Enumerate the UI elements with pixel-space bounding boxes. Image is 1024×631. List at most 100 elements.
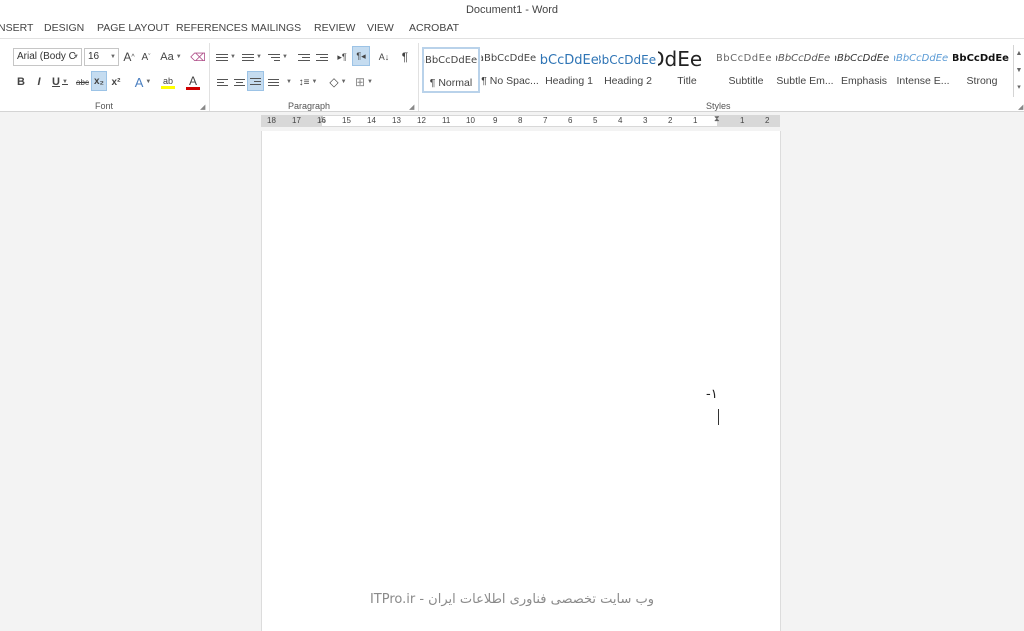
tab-acrobat[interactable]: ACROBAT [409, 22, 459, 34]
tab-page-layout[interactable]: PAGE LAYOUT [97, 22, 170, 34]
style-title[interactable]: AaBbCcDdEe Title [658, 47, 716, 93]
align-center-icon [233, 78, 245, 86]
bullet-list-icon [216, 53, 229, 61]
font-dialog-launcher-icon[interactable]: ◢ [200, 103, 205, 111]
tab-references[interactable]: REFERENCES [176, 22, 248, 34]
ruler-tick: 1 [693, 116, 698, 125]
paragraph-group-label: Paragraph [288, 101, 331, 111]
tab-design[interactable]: DESIGN [44, 22, 84, 34]
italic-icon: I [37, 76, 41, 88]
clear-formatting-button[interactable]: ⌫ [189, 47, 207, 67]
style-intense-emphasis[interactable]: aBbCcDdEe Intense E... [894, 47, 952, 93]
ruler-tick: 18 [267, 116, 276, 125]
style-subtitle[interactable]: AaBbCcDdEe Subtitle [717, 47, 775, 93]
tab-mailings[interactable]: MAILINGS [251, 22, 301, 34]
paint-bucket-icon: ◇ [329, 75, 339, 89]
underline-button[interactable]: U ▼ [48, 72, 72, 92]
ruler-tick: 14 [367, 116, 376, 125]
line-spacing-icon: ↕≡ [298, 76, 310, 88]
align-left-button[interactable] [214, 72, 230, 92]
right-indent-marker-icon[interactable]: ⧗ [714, 114, 720, 124]
style-strong[interactable]: aBbCcDdEe Strong [953, 47, 1011, 93]
ltr-icon: ▸¶ [337, 51, 347, 62]
style-name: Subtitle [728, 75, 764, 87]
highlighter-icon: ab [162, 75, 173, 86]
superscript-button[interactable]: x² [108, 72, 124, 92]
paragraph-dialog-launcher-icon[interactable]: ◢ [409, 103, 414, 111]
styles-dialog-launcher-icon[interactable]: ◢ [1018, 103, 1023, 111]
strikethrough-button[interactable]: abc [74, 72, 91, 92]
styles-gallery-scroller[interactable]: ▲ ▼ ▾ [1013, 45, 1024, 97]
shading-button[interactable]: ◇ ▼ [326, 72, 350, 92]
sort-button[interactable]: A↓ [376, 47, 392, 67]
align-left-icon [216, 78, 228, 86]
style-heading-1[interactable]: AaBbCcDdEe Heading 1 [540, 47, 598, 93]
ruler-tick: 15 [342, 116, 351, 125]
change-case-button[interactable]: Aa ▼ [159, 47, 183, 67]
tab-view[interactable]: VIEW [367, 22, 394, 34]
bullets-button[interactable]: ▼ [214, 47, 238, 67]
document-page[interactable]: -١ [261, 131, 781, 631]
more-styles-icon[interactable]: ▾ [1014, 79, 1024, 96]
increase-indent-button[interactable] [314, 47, 330, 67]
font-size-value: 16 [88, 51, 100, 62]
increase-indent-icon [316, 53, 328, 61]
tab-review[interactable]: REVIEW [314, 22, 355, 34]
font-color-button[interactable]: A [181, 72, 205, 92]
subscript-button[interactable]: x₂ [91, 71, 107, 91]
grow-font-button[interactable]: A ^ [121, 47, 137, 67]
show-hide-marks-button[interactable]: ¶ [397, 47, 413, 67]
align-right-button[interactable] [247, 71, 264, 91]
highlight-button[interactable]: ab [156, 72, 180, 92]
style-name: Heading 1 [545, 75, 593, 87]
grow-font-icon: A [123, 50, 132, 64]
ruler-tick: 1 [740, 116, 745, 125]
style-heading-2[interactable]: AaBbCcDdEe Heading 2 [599, 47, 657, 93]
multilevel-list-icon [268, 53, 281, 61]
ltr-direction-button[interactable]: ▸¶ [334, 47, 350, 67]
style-subtle-emphasis[interactable]: aBbCcDdEe Subtle Em... [776, 47, 834, 93]
justify-button[interactable] [265, 72, 281, 92]
font-size-box[interactable]: 16 ▼ [84, 48, 119, 66]
font-name-box[interactable]: Arial (Body C ▼ [13, 48, 82, 66]
ruler-tick: 2 [765, 116, 770, 125]
scroll-up-icon[interactable]: ▲ [1014, 45, 1024, 62]
ruler-tick: 17 [292, 116, 301, 125]
line-spacing-button[interactable]: ↕≡ ▼ [296, 72, 320, 92]
justify-dropdown[interactable]: ▼ [283, 72, 293, 92]
align-center-button[interactable] [231, 72, 247, 92]
group-divider [209, 43, 210, 111]
underline-icon: U [52, 76, 60, 88]
style-emphasis[interactable]: aBbCcDdEe Emphasis [835, 47, 893, 93]
italic-button[interactable]: I [31, 72, 47, 92]
ruler-tick: 9 [493, 116, 498, 125]
rtl-direction-button[interactable]: ¶◂ [352, 46, 370, 66]
style-name: Intense E... [896, 75, 950, 87]
style-sample: aBbCcDdEe [776, 53, 831, 64]
text-effects-icon: A [134, 74, 144, 90]
style-sample: aBbCcDdEe [953, 53, 1009, 64]
multilevel-list-button[interactable]: ▼ [266, 47, 290, 67]
font-color-bar [186, 86, 200, 90]
shrink-font-button[interactable]: Aˇ [138, 47, 154, 67]
style-no-spacing[interactable]: aBbCcDdEe ¶ No Spac... [481, 47, 539, 93]
style-normal[interactable]: aBbCcDdEe ¶ Normal [422, 47, 480, 93]
style-name: ¶ No Spac... [481, 75, 539, 87]
numbering-button[interactable]: ▼ [240, 47, 264, 67]
borders-button[interactable]: ⊞ ▼ [352, 72, 376, 92]
horizontal-ruler[interactable]: 18 17 16 15 14 13 12 11 10 9 8 7 6 5 4 3… [261, 114, 780, 127]
left-indent-marker-icon[interactable]: △ [319, 114, 325, 123]
tab-insert[interactable]: NSERT [0, 22, 33, 34]
bold-button[interactable]: B [13, 72, 29, 92]
style-name: Title [677, 75, 697, 87]
chevron-down-icon: ▼ [73, 54, 79, 60]
font-color-icon: A [188, 73, 197, 88]
document-text[interactable]: -١ [706, 387, 718, 402]
decrease-indent-button[interactable] [296, 47, 312, 67]
decrease-indent-icon [298, 53, 310, 61]
style-name: Subtle Em... [776, 75, 834, 87]
ribbon-tabs: NSERT DESIGN PAGE LAYOUT REFERENCES MAIL… [0, 20, 1024, 38]
ruler-tick: 8 [518, 116, 523, 125]
text-effects-button[interactable]: A ▼ [131, 72, 155, 92]
scroll-down-icon[interactable]: ▼ [1014, 62, 1024, 79]
